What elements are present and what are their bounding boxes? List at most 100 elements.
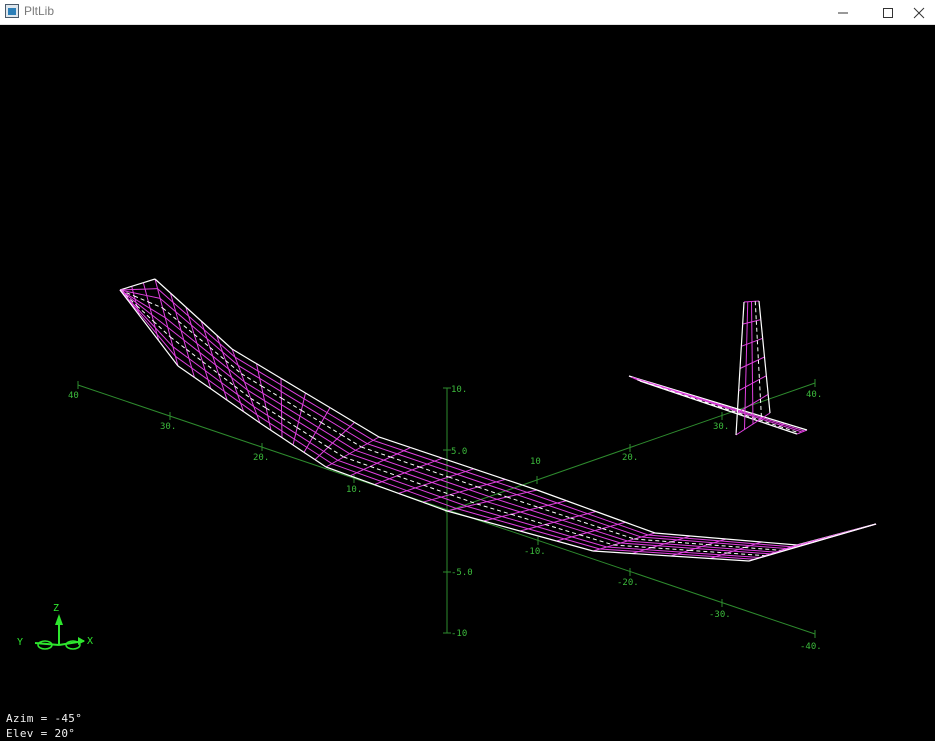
wire-segment bbox=[134, 295, 149, 303]
wire-segment bbox=[526, 491, 558, 504]
wire-segment bbox=[631, 552, 672, 557]
wire-segment bbox=[256, 363, 282, 379]
x-tick-label: -30. bbox=[709, 610, 731, 620]
wire-segment bbox=[738, 368, 741, 391]
wire-segment bbox=[270, 429, 283, 439]
wire-segment bbox=[758, 379, 761, 399]
minimize-button[interactable] bbox=[820, 0, 866, 25]
wire-segment bbox=[349, 453, 378, 464]
wire-segment bbox=[744, 386, 747, 409]
wire-segment bbox=[306, 446, 320, 456]
wire-segment bbox=[450, 494, 478, 505]
wire-segment bbox=[281, 397, 302, 411]
wire-segment bbox=[529, 509, 563, 521]
wire-segment bbox=[506, 496, 539, 508]
wire-segment bbox=[419, 466, 449, 478]
wire-segment bbox=[501, 516, 538, 528]
wire-segment bbox=[744, 408, 746, 430]
wire-segment bbox=[545, 524, 580, 536]
wire-segment bbox=[625, 521, 656, 534]
wire-segment bbox=[294, 438, 308, 448]
wire-segment bbox=[363, 469, 390, 480]
z-tick-label: -5.0 bbox=[451, 568, 473, 578]
wire-segment bbox=[757, 359, 760, 380]
wire-segment bbox=[606, 546, 646, 551]
wire-segment bbox=[765, 375, 769, 395]
title-bar: PltLib bbox=[0, 0, 935, 25]
wire-segment bbox=[759, 418, 782, 426]
wire-segment bbox=[185, 306, 212, 389]
wire-segment bbox=[754, 301, 757, 321]
wire-segment bbox=[746, 323, 748, 345]
main-wing-wireframe bbox=[119, 278, 877, 562]
close-button[interactable] bbox=[903, 0, 935, 25]
wire-segment bbox=[456, 473, 488, 485]
wire-segment bbox=[566, 500, 597, 513]
wire-segment bbox=[186, 348, 203, 362]
wire-segment bbox=[505, 478, 538, 491]
wire-segment bbox=[594, 530, 628, 542]
wire-segment bbox=[536, 526, 572, 538]
wire-segment bbox=[536, 489, 567, 502]
wire-segment bbox=[592, 550, 633, 555]
wire-segment bbox=[739, 410, 762, 419]
wire-segment bbox=[367, 443, 398, 455]
wire-segment bbox=[247, 389, 265, 402]
x-tick-label: -10. bbox=[524, 547, 546, 557]
minimize-icon bbox=[838, 12, 848, 13]
y-tick-label: 10 bbox=[530, 457, 541, 467]
wire-segment bbox=[473, 468, 506, 480]
wire-segment bbox=[440, 496, 468, 507]
wire-segment bbox=[755, 320, 758, 341]
wire-segment bbox=[241, 373, 262, 387]
wire-segment bbox=[756, 340, 759, 360]
wire-segment bbox=[570, 517, 603, 529]
wire-segment bbox=[355, 449, 384, 461]
wire-segment bbox=[767, 394, 771, 414]
wire-segment bbox=[547, 504, 580, 517]
wire-segment bbox=[361, 446, 391, 458]
wire-segment bbox=[264, 400, 282, 412]
wire-segment bbox=[131, 282, 144, 287]
wire-segment bbox=[298, 421, 316, 433]
y-tick-label: 30. bbox=[713, 422, 729, 432]
plot-canvas[interactable]: 40 30. 20. 10. -10. -20. -30. -40. 10 20… bbox=[0, 26, 935, 741]
wire-segment bbox=[620, 542, 659, 547]
wire-segment bbox=[210, 388, 228, 401]
elevation-readout: Elev = 20° bbox=[6, 727, 76, 740]
triad-z-label: Z bbox=[53, 603, 59, 614]
wire-segment bbox=[431, 481, 460, 493]
z-tick-label: 5.0 bbox=[451, 447, 467, 457]
wire-segment bbox=[146, 295, 161, 299]
wire-segment bbox=[763, 356, 767, 376]
wire-segment bbox=[466, 505, 503, 517]
wire-segment bbox=[303, 451, 316, 461]
wire-segment bbox=[735, 412, 738, 436]
wire-segment bbox=[519, 511, 597, 532]
maximize-icon bbox=[883, 7, 893, 18]
wire-segment bbox=[404, 472, 433, 483]
wire-segment bbox=[459, 491, 488, 503]
x-tick-label: 40 bbox=[68, 391, 79, 401]
wire-segment bbox=[259, 378, 282, 392]
wire-segment bbox=[511, 513, 546, 525]
close-icon bbox=[913, 7, 925, 18]
wire-segment bbox=[496, 498, 530, 511]
wire-segment bbox=[446, 510, 484, 522]
wire-segment bbox=[383, 459, 413, 471]
wire-segment bbox=[143, 278, 156, 284]
wire-segment bbox=[234, 356, 259, 372]
wire-segment bbox=[410, 447, 443, 459]
wire-segment bbox=[468, 489, 498, 500]
wire-segment bbox=[448, 476, 479, 488]
wire-segment bbox=[303, 398, 328, 414]
wire-segment bbox=[476, 503, 512, 515]
wire-segment bbox=[486, 501, 521, 513]
wire-segment bbox=[595, 510, 626, 523]
wire-segment bbox=[516, 494, 549, 506]
wire-segment bbox=[748, 541, 813, 562]
triad-x-label: X bbox=[87, 636, 93, 647]
wire-segment bbox=[422, 478, 506, 503]
plot-svg: 40 30. 20. 10. -10. -20. -30. -40. 10 20… bbox=[17, 278, 877, 652]
wire-segment bbox=[343, 456, 371, 467]
